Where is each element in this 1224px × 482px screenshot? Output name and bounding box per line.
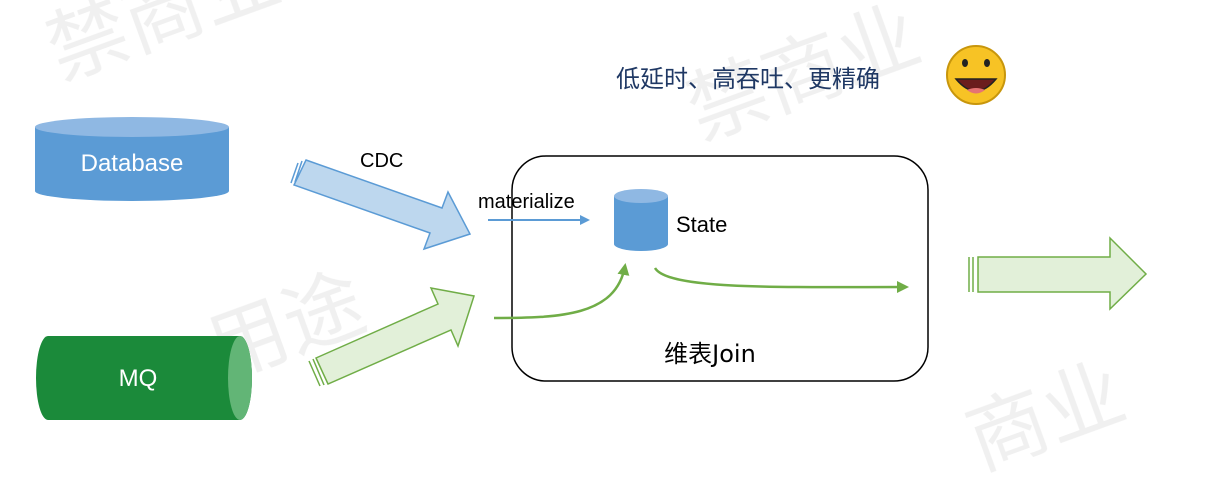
svg-text:禁商业: 禁商业: [35, 0, 292, 98]
join-box-title: 维表Join: [664, 340, 756, 368]
diagram-svg: 禁商业 禁商业 用途 商业 低延时、高吞吐、更精确 Database MQ CD…: [35, 0, 1148, 482]
database-label: Database: [81, 150, 184, 177]
smiley-face-icon: [946, 45, 1006, 105]
state-cylinder: [614, 189, 668, 251]
mq-to-state-curve: [493, 263, 630, 320]
headline-text: 低延时、高吞吐、更精确: [616, 65, 880, 93]
cdc-block-arrow: [290, 159, 472, 251]
state-label: State: [676, 212, 727, 237]
materialize-label: materialize: [478, 191, 575, 213]
state-to-output-curve: [653, 267, 909, 294]
cdc-label: CDC: [360, 150, 403, 172]
diagram-canvas: 禁商业 禁商业 用途 商业 低延时、高吞吐、更精确 Database MQ CD…: [0, 0, 1224, 482]
svg-text:商业: 商业: [955, 346, 1137, 482]
output-block-arrow: [968, 236, 1148, 311]
mq-label: MQ: [119, 365, 158, 392]
